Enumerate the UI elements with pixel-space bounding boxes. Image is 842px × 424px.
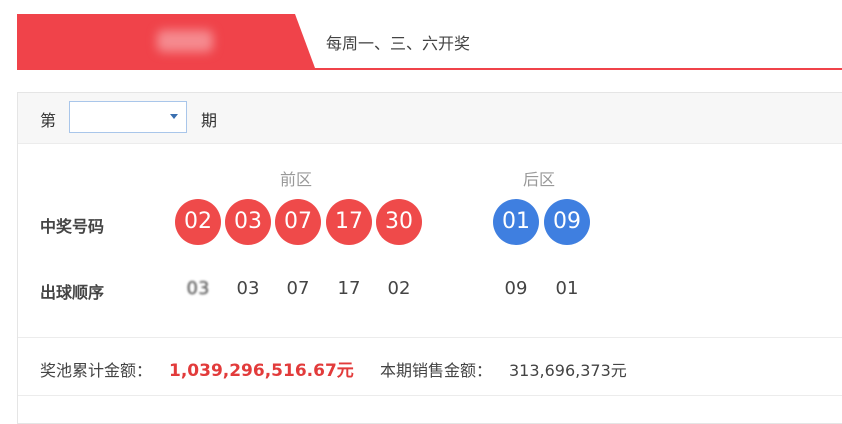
lottery-title-tab [17,14,315,68]
back-ball-1: 01 [493,199,539,245]
order-back-2: 01 [555,278,579,299]
order-front-4: 17 [337,278,361,299]
draw-schedule: 每周一、三、六开奖 [326,34,471,53]
sales-label: 本期销售金额： [380,361,493,380]
back-ball-2: 09 [544,199,590,245]
lottery-title-logo [157,30,213,52]
front-ball-3: 07 [275,199,321,245]
sales-value: 313,696,373元 [509,361,627,380]
issue-select-value [82,107,142,125]
order-front-1: 03 [186,278,210,299]
divider [18,395,842,396]
front-ball-1: 02 [175,199,221,245]
front-ball-5: 30 [376,199,422,245]
pool-value: 1,039,296,516.67元 [169,361,354,381]
front-ball-4: 17 [326,199,372,245]
front-ball-2: 03 [225,199,271,245]
front-zone-label: 前区 [280,170,313,189]
order-front-2: 03 [236,278,260,299]
draw-result-panel: 第 期 前区 后区 中奖号码 出球顺序 02 03 07 17 30 01 09… [17,92,842,424]
draw-order-label: 出球顺序 [40,283,105,302]
chevron-down-icon[interactable] [170,114,178,119]
order-front-5: 02 [387,278,411,299]
pool-label: 奖池累计金额： [40,361,153,380]
lottery-header: 每周一、三、六开奖 [17,14,842,70]
issue-select[interactable] [69,101,187,133]
divider [18,337,842,338]
order-front-3: 07 [286,278,310,299]
issue-selector-bar: 第 期 [18,93,842,144]
issue-suffix: 期 [201,111,218,130]
order-back-1: 09 [504,278,528,299]
header-underline [17,68,842,70]
issue-prefix: 第 [40,111,57,130]
winning-numbers-label: 中奖号码 [40,217,105,236]
back-zone-label: 后区 [523,170,556,189]
